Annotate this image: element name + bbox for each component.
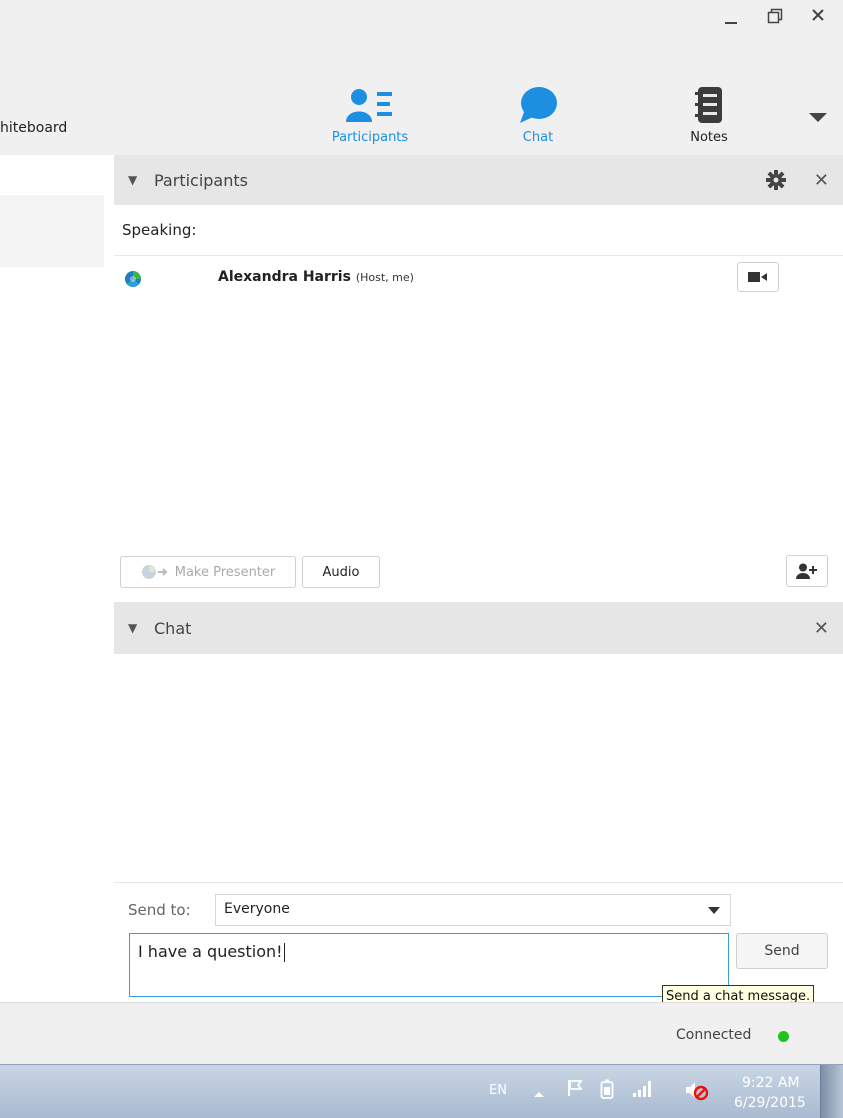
chat-message-text: I have a question! [138, 942, 283, 961]
action-center-flag-icon[interactable] [566, 1079, 584, 1101]
chat-panel-header[interactable]: ▼ Chat ✕ [114, 602, 843, 654]
make-presenter-label: Make Presenter [174, 564, 276, 580]
window-close-button[interactable] [811, 8, 825, 22]
battery-icon[interactable] [600, 1079, 614, 1103]
chat-toolbar-label: Chat [522, 130, 554, 145]
chevron-down-icon [809, 113, 827, 122]
speaking-label: Speaking: [122, 221, 197, 239]
participants-panel-title: Participants [154, 170, 248, 190]
restore-icon [767, 8, 783, 24]
collapse-triangle-icon[interactable]: ▼ [128, 173, 137, 187]
participant-name-text: Alexandra Harris [218, 269, 351, 285]
connection-status-text: Connected [676, 1027, 752, 1043]
close-icon [812, 9, 824, 21]
participant-role: (Host, me) [355, 271, 414, 284]
whiteboard-tab[interactable]: hiteboard [0, 120, 67, 136]
audio-button[interactable]: Audio [302, 556, 380, 588]
chat-messages-area [114, 654, 843, 882]
collapse-triangle-icon[interactable]: ▼ [128, 621, 137, 635]
make-presenter-button[interactable]: Make Presenter [120, 556, 296, 588]
send-to-dropdown[interactable]: Everyone [215, 894, 731, 926]
make-presenter-icon [141, 564, 169, 580]
connection-status-dot [778, 1031, 789, 1042]
text-caret [283, 943, 285, 962]
left-content-strip [0, 155, 114, 1001]
audio-label: Audio [322, 564, 360, 580]
signal-icon[interactable] [632, 1080, 654, 1102]
chat-message-input[interactable]: I have a question! [129, 933, 729, 997]
chevron-down-icon [708, 907, 720, 914]
chat-panel-close-button[interactable]: ✕ [814, 618, 829, 639]
minimize-button[interactable] [724, 4, 738, 26]
invite-participant-button[interactable] [786, 555, 828, 587]
participants-icon [346, 89, 392, 122]
video-camera-icon [748, 272, 767, 282]
send-to-value: Everyone [224, 901, 290, 917]
show-desktop-button[interactable] [820, 1065, 843, 1118]
restore-button[interactable] [767, 8, 783, 24]
tray-expand-icon[interactable] [533, 1087, 545, 1102]
send-to-label: Send to: [128, 901, 191, 919]
notes-toolbar-button[interactable]: Notes [654, 82, 764, 148]
participant-row[interactable]: Alexandra Harris (Host, me) [114, 258, 843, 298]
content-thumbnail [0, 195, 104, 267]
add-user-icon [796, 563, 817, 579]
participants-panel-header[interactable]: ▼ Participants ✕ [114, 155, 843, 205]
send-label: Send [764, 943, 800, 959]
more-panels-dropdown[interactable] [808, 108, 828, 127]
send-button[interactable]: Send [736, 933, 828, 969]
chat-toolbar-button[interactable]: Chat [483, 82, 593, 148]
participant-video-button[interactable] [737, 262, 779, 292]
participants-settings-button[interactable] [765, 169, 787, 195]
windows-taskbar: EN 9:22 AM 6/29/2015 [0, 1064, 843, 1118]
participants-toolbar-label: Participants [331, 130, 409, 145]
language-indicator[interactable]: EN [489, 1083, 507, 1098]
minimize-icon [725, 22, 737, 24]
status-bar: Connected [0, 1002, 843, 1065]
volume-muted-icon[interactable] [684, 1079, 710, 1105]
participants-toolbar-button[interactable]: Participants [315, 82, 425, 148]
clock-date[interactable]: 6/29/2015 [734, 1095, 806, 1111]
participant-actions-bar: Make Presenter Audio [114, 553, 843, 593]
gear-icon [766, 170, 786, 190]
clock-time[interactable]: 9:22 AM [742, 1075, 800, 1091]
participant-name: Alexandra Harris (Host, me) [218, 269, 414, 285]
chat-panel-title: Chat [154, 618, 192, 638]
participants-panel-close-button[interactable]: ✕ [814, 170, 829, 191]
top-toolbar: hiteboard Participants Chat Notes [0, 0, 843, 155]
notebook-icon [695, 87, 722, 123]
notes-toolbar-label: Notes [690, 130, 728, 145]
speaking-row: Speaking: [114, 205, 843, 256]
participant-status-icon [124, 270, 142, 292]
chat-bubble-icon [520, 87, 557, 123]
